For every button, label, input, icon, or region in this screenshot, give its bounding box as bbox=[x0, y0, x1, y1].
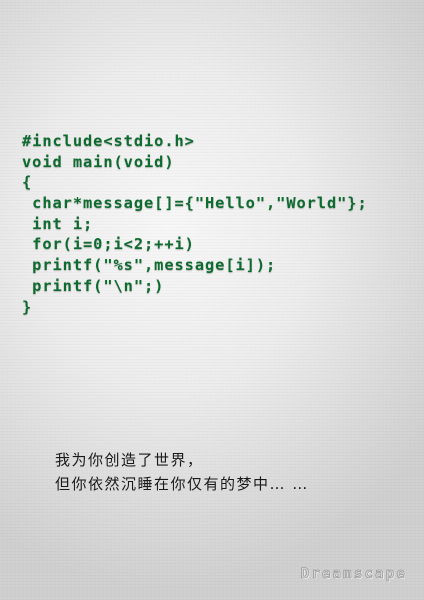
code-line: } bbox=[22, 297, 33, 316]
poem-line: 我为你创造了世界， bbox=[55, 451, 204, 469]
code-line: printf("%s",message[i]); bbox=[22, 256, 277, 275]
poem-line: 但你依然沉睡在你仅有的梦中… … bbox=[55, 475, 309, 493]
code-snippet: #include<stdio.h> void main(void) { char… bbox=[22, 131, 368, 317]
code-line: int i; bbox=[22, 214, 94, 233]
code-line: for(i=0;i<2;++i) bbox=[22, 235, 195, 254]
code-line: void main(void) bbox=[22, 152, 175, 171]
code-line: printf("\n";) bbox=[22, 276, 165, 295]
code-line: char*message[]={"Hello","World"}; bbox=[22, 194, 368, 213]
poem-text: 我为你创造了世界， 但你依然沉睡在你仅有的梦中… … bbox=[55, 448, 309, 496]
code-line: #include<stdio.h> bbox=[22, 132, 195, 150]
code-line: { bbox=[22, 173, 33, 192]
dreamscape-signature: Dreamscape bbox=[300, 566, 407, 583]
